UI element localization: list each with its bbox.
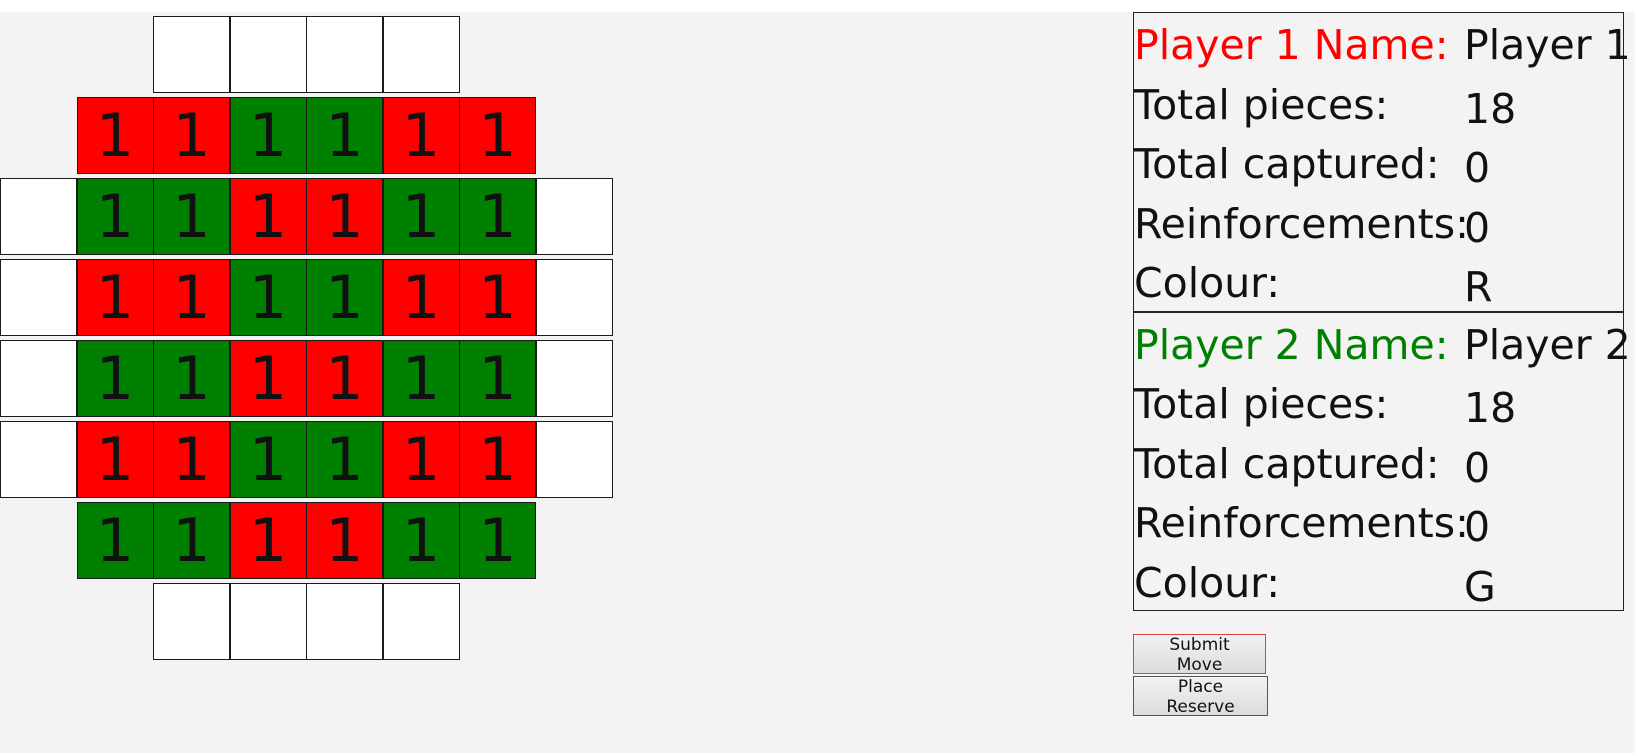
board-cell[interactable]: 1 <box>153 502 230 579</box>
board-cell[interactable]: 1 <box>382 340 460 417</box>
board-cell[interactable]: 1 <box>459 178 536 255</box>
player-1-pieces-row: Total pieces: 18 <box>1134 73 1623 133</box>
player-2-pieces-label: Total pieces: <box>1134 380 1389 428</box>
player-2-name-label: Player 2 Name: <box>1134 320 1449 369</box>
board-cell[interactable]: 1 <box>229 97 307 174</box>
board-cell[interactable]: 1 <box>76 259 154 336</box>
board-cell[interactable]: 1 <box>76 340 154 417</box>
player-1-colour-row: Colour: R <box>1134 251 1623 311</box>
player-2-colour-label: Colour: <box>1134 558 1281 607</box>
player-2-reinforcements-value: 0 <box>1464 503 1491 551</box>
player-info-panel: Player 1 Name: Player 1 Total pieces: 18… <box>1133 12 1631 611</box>
player-1-colour-value: R <box>1464 263 1493 311</box>
place-reserve-button[interactable]: Place Reserve <box>1133 676 1268 717</box>
board-cell[interactable]: 1 <box>153 340 230 417</box>
board-cell[interactable]: 1 <box>459 421 536 498</box>
board-cell[interactable]: 1 <box>153 259 230 336</box>
player-2-reinforcements-row: Reinforcements: 0 <box>1134 491 1623 551</box>
board-cell[interactable]: 1 <box>229 340 307 417</box>
board-cell[interactable] <box>535 178 613 255</box>
board-cell[interactable]: 1 <box>76 421 154 498</box>
board-cell[interactable]: 1 <box>306 421 383 498</box>
player-1-reinforcements-value: 0 <box>1464 203 1491 252</box>
player-1-reinforcements-row: Reinforcements: 0 <box>1134 192 1623 252</box>
board-cell[interactable]: 1 <box>382 421 460 498</box>
board-cell[interactable]: 1 <box>153 421 230 498</box>
board-cell[interactable]: 1 <box>382 97 460 174</box>
board-cell[interactable]: 1 <box>229 421 307 498</box>
player-2-block: Player 2 Name: Player 2 Total pieces: 18… <box>1134 310 1631 611</box>
board-cell[interactable] <box>0 340 77 417</box>
board-cell[interactable]: 1 <box>382 502 460 579</box>
player-1-captured-label: Total captured: <box>1134 140 1440 188</box>
board-cell[interactable]: 1 <box>459 97 536 174</box>
player-1-pieces-label: Total pieces: <box>1134 80 1389 129</box>
player-2-captured-value: 0 <box>1464 443 1491 492</box>
player-1-name-value: Player 1 <box>1464 21 1631 69</box>
board-cell[interactable]: 1 <box>306 502 383 579</box>
board-cell[interactable] <box>153 16 230 93</box>
board-cell[interactable]: 1 <box>382 259 460 336</box>
player-1-pieces-value: 18 <box>1464 84 1517 133</box>
board-cell[interactable] <box>153 583 230 660</box>
board-cell[interactable]: 1 <box>306 178 383 255</box>
player-2-captured-label: Total captured: <box>1134 439 1440 488</box>
player-2-reinforcements-label: Reinforcements: <box>1134 499 1469 547</box>
board-cell[interactable] <box>0 259 77 336</box>
board-cell[interactable] <box>535 259 613 336</box>
player-2-captured-row: Total captured: 0 <box>1134 432 1623 492</box>
player-2-name-row: Player 2 Name: Player 2 <box>1134 313 1631 373</box>
game-board: 111111111111111111111111111111111111 <box>0 0 620 680</box>
player-1-block: Player 1 Name: Player 1 Total pieces: 18… <box>1134 13 1631 311</box>
submit-move-button[interactable]: Submit Move <box>1133 634 1266 675</box>
board-cell[interactable]: 1 <box>459 259 536 336</box>
board-cell[interactable] <box>535 421 613 498</box>
player-1-colour-label: Colour: <box>1134 259 1281 307</box>
board-cell[interactable]: 1 <box>459 340 536 417</box>
board-cell[interactable] <box>0 178 77 255</box>
player-1-captured-value: 0 <box>1464 144 1491 192</box>
board-cell[interactable]: 1 <box>229 502 307 579</box>
board-cell[interactable]: 1 <box>459 502 536 579</box>
player-2-pieces-value: 18 <box>1464 384 1517 432</box>
board-cell[interactable] <box>0 421 77 498</box>
player-2-pieces-row: Total pieces: 18 <box>1134 372 1623 432</box>
player-1-reinforcements-label: Reinforcements: <box>1134 199 1469 248</box>
board-cell[interactable]: 1 <box>229 259 307 336</box>
board-cell[interactable]: 1 <box>382 178 460 255</box>
player-1-name-label: Player 1 Name: <box>1134 21 1449 69</box>
board-cell[interactable]: 1 <box>306 340 383 417</box>
board-cell[interactable] <box>229 583 307 660</box>
player-2-colour-value: G <box>1464 562 1496 611</box>
board-cell[interactable] <box>535 340 613 417</box>
board-cell[interactable]: 1 <box>153 97 230 174</box>
player-2-name-value: Player 2 <box>1464 320 1631 369</box>
player-2-colour-row: Colour: G <box>1134 551 1623 611</box>
player-1-name-row: Player 1 Name: Player 1 <box>1134 13 1631 73</box>
board-cell[interactable]: 1 <box>76 502 154 579</box>
board-cell[interactable]: 1 <box>229 178 307 255</box>
board-cell[interactable] <box>229 16 307 93</box>
board-cell[interactable]: 1 <box>76 97 154 174</box>
board-cell[interactable]: 1 <box>153 178 230 255</box>
board-cell[interactable] <box>306 583 383 660</box>
board-cell[interactable]: 1 <box>306 259 383 336</box>
player-1-captured-row: Total captured: 0 <box>1134 132 1623 192</box>
board-cell[interactable] <box>382 583 460 660</box>
board-cell[interactable] <box>382 16 460 93</box>
board-cell[interactable] <box>306 16 383 93</box>
board-cell[interactable]: 1 <box>306 97 383 174</box>
board-cell[interactable]: 1 <box>76 178 154 255</box>
